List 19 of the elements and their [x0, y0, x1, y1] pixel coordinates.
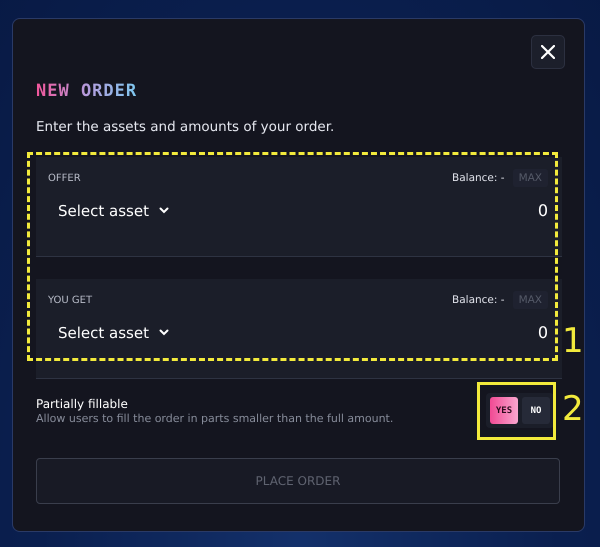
annotation-number: 2 — [562, 392, 584, 426]
amount-field[interactable]: 0 — [488, 201, 548, 220]
close-button[interactable] — [531, 35, 565, 69]
amount-field[interactable]: 0 — [488, 323, 548, 342]
asset-dropdown[interactable]: Select asset — [48, 324, 169, 342]
annotation-number: 1 — [562, 324, 584, 358]
field-label: YOU GET — [48, 294, 92, 306]
field-label: OFFER — [48, 172, 81, 184]
close-icon — [541, 45, 555, 59]
chevron-down-icon — [158, 207, 169, 214]
dialog-subtitle: Enter the assets and amounts of your order. — [36, 119, 336, 135]
toggle-option[interactable]: YES — [490, 397, 518, 424]
option-label: Partially fillable — [36, 396, 129, 410]
option-description: Allow users to fill the order in parts smaller than the full amount. — [36, 412, 394, 424]
chevron-down-icon — [158, 329, 169, 336]
balance-text: Balance: - — [452, 294, 505, 306]
asset-dropdown[interactable]: Select asset — [48, 202, 169, 220]
toggle-option[interactable]: NO — [522, 397, 550, 424]
balance-text: Balance: - — [452, 172, 505, 184]
